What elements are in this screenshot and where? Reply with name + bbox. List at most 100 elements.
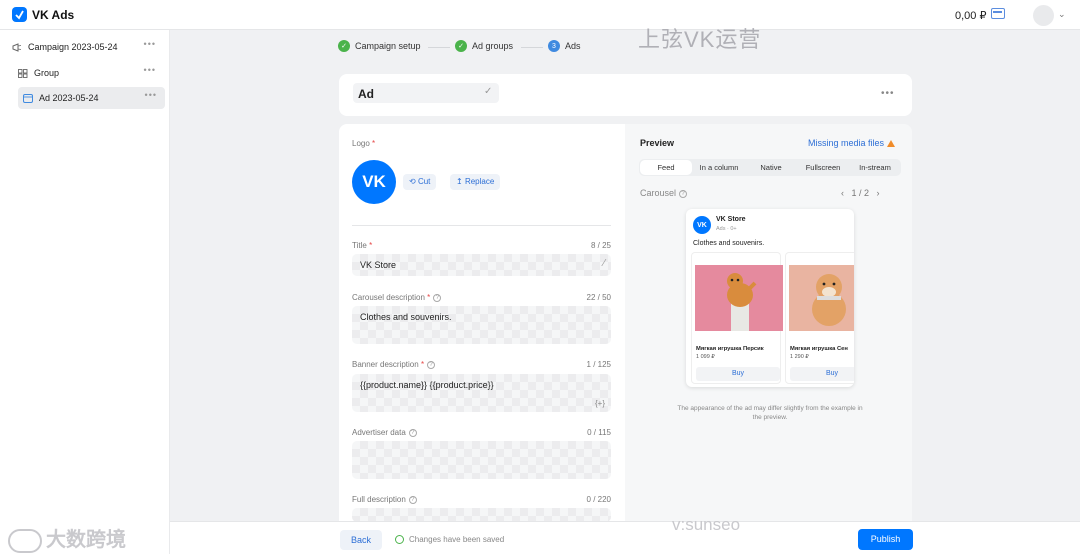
ad-name-card: Ad ✓ •••: [339, 74, 912, 116]
step-label: Ads: [565, 41, 581, 51]
preview-disclaimer: The appearance of the ad may differ slig…: [677, 405, 863, 421]
banner-description-counter: 1 / 125: [586, 360, 611, 369]
post-meta: Ads · 0+: [716, 226, 737, 232]
divider: [352, 225, 611, 226]
carousel-card[interactable]: Мягкая игрушка Сен 1 290 ₽ Buy: [785, 252, 854, 384]
banner-description-input[interactable]: {{product.name}} {{product.price}} {+}: [352, 374, 611, 412]
logo-image: VK: [352, 160, 396, 204]
full-description-counter: 0 / 220: [586, 495, 611, 504]
chevron-left-icon[interactable]: ‹: [841, 188, 844, 198]
check-icon: ✓: [455, 40, 467, 52]
card-price: 1 099 ₽: [696, 354, 715, 360]
sidebar-item-label: Ad 2023-05-24: [39, 93, 99, 103]
brand-name: VK Store: [716, 216, 746, 223]
title-counter: 8 / 25: [590, 241, 611, 250]
grid-icon: [18, 68, 28, 78]
help-icon: ?: [433, 293, 442, 302]
full-description-label: Full description?: [352, 495, 417, 504]
chevron-right-icon[interactable]: ›: [877, 188, 880, 198]
step-number: 3: [548, 40, 560, 52]
watermark-top: 上弦VK运营: [638, 27, 762, 52]
cut-button[interactable]: ⟲ Cut: [403, 174, 437, 190]
preview-panel: Preview Missing media files Feed In a co…: [625, 124, 912, 522]
banner-description-label: Banner description *?: [352, 360, 436, 369]
sidebar-item-ad[interactable]: Ad 2023-05-24 •••: [18, 87, 165, 109]
ad-icon: [23, 93, 33, 103]
brand-logo: VK: [693, 216, 711, 234]
ad-form: Logo * VK ⟲ Cut ↥ Replace Title * 8 / 25…: [339, 124, 625, 522]
megaphone-icon: [12, 42, 22, 52]
ad-post-preview: VK VK Store Ads · 0+ Clothes and souveni…: [686, 209, 854, 387]
tab-fullscreen[interactable]: Fullscreen: [797, 159, 849, 176]
check-icon: ✓: [338, 40, 350, 52]
more-icon[interactable]: •••: [144, 65, 156, 75]
bottom-bar: Back Changes have been saved Publish: [170, 521, 1080, 554]
saved-status: Changes have been saved: [395, 535, 504, 544]
title-value: VK Store: [360, 260, 397, 270]
vk-ads-logo-icon: [12, 7, 27, 22]
more-icon[interactable]: •••: [145, 90, 157, 100]
logo-label: Logo *: [352, 139, 376, 148]
watermark-corner: 大数跨境: [8, 523, 126, 553]
help-icon: ?: [427, 360, 436, 369]
avatar[interactable]: [1033, 5, 1054, 26]
crop-icon: ⟲: [409, 177, 416, 186]
tab-native[interactable]: Native: [745, 159, 797, 176]
step-connector: [428, 47, 450, 48]
step-connector: [521, 47, 543, 48]
check-circle-icon: [395, 535, 404, 544]
full-description-input[interactable]: [352, 508, 611, 522]
publish-button[interactable]: Publish: [858, 529, 913, 550]
carousel-description-input[interactable]: Clothes and souvenirs.: [352, 306, 611, 344]
chevron-down-icon[interactable]: ⌄: [1058, 9, 1066, 20]
title-label: Title *: [352, 241, 373, 250]
more-icon[interactable]: •••: [144, 39, 156, 49]
tab-in-stream[interactable]: In-stream: [849, 159, 901, 176]
buy-button[interactable]: Buy: [790, 367, 854, 381]
insert-variable-icon[interactable]: {+}: [595, 399, 605, 408]
help-icon: ?: [408, 428, 417, 437]
top-bar: VK Ads 0,00 ₽ ⌄: [0, 0, 1080, 30]
sidebar-item-group[interactable]: Group •••: [18, 62, 164, 84]
step-ad-groups[interactable]: ✓ Ad groups: [455, 40, 513, 52]
help-icon: ?: [679, 189, 688, 198]
check-icon[interactable]: ✓: [484, 86, 492, 97]
ad-name-input[interactable]: Ad: [353, 83, 499, 103]
post-description: Clothes and souvenirs.: [693, 240, 765, 247]
advertiser-data-label: Advertiser data?: [352, 428, 417, 437]
watermark-logo-icon: [8, 528, 42, 553]
banner-description-value: {{product.name}} {{product.price}}: [360, 380, 494, 390]
step-campaign-setup[interactable]: ✓ Campaign setup: [338, 40, 421, 52]
app-title: VK Ads: [32, 8, 75, 22]
pager-value: 1 / 2: [851, 188, 870, 198]
buy-button[interactable]: Buy: [696, 367, 780, 381]
balance[interactable]: 0,00 ₽: [955, 9, 986, 22]
replace-button[interactable]: ↥ Replace: [450, 174, 501, 190]
warning-icon: [887, 140, 896, 147]
tab-feed[interactable]: Feed: [640, 160, 692, 175]
step-label: Ad groups: [472, 41, 514, 51]
title-input[interactable]: VK Store ⁄: [352, 254, 611, 276]
preview-tabs: Feed In a column Native Fullscreen In-st…: [639, 159, 901, 176]
card-title: Мягкая игрушка Сен: [790, 346, 848, 352]
preview-title: Preview: [640, 138, 675, 148]
carousel-card[interactable]: Мягкая игрушка Персик 1 099 ₽ Buy: [691, 252, 783, 384]
magic-wand-icon[interactable]: ⁄: [603, 258, 605, 269]
step-ads[interactable]: 3 Ads: [548, 40, 581, 52]
sidebar: Campaign 2023-05-24 ••• Group ••• Ad 202…: [0, 30, 170, 554]
more-icon[interactable]: •••: [881, 88, 895, 99]
back-button[interactable]: Back: [340, 530, 382, 550]
missing-media-link[interactable]: Missing media files: [808, 138, 896, 148]
advertiser-data-counter: 0 / 115: [587, 428, 611, 437]
product-image: [695, 265, 783, 331]
carousel-pager: ‹ 1 / 2 ›: [841, 188, 880, 198]
carousel-label: Carousel?: [640, 188, 688, 198]
tab-in-a-column[interactable]: In a column: [693, 159, 745, 176]
advertiser-data-input[interactable]: [352, 441, 611, 479]
carousel-description-label: Carousel description *?: [352, 293, 442, 302]
wallet-icon[interactable]: [991, 8, 1005, 19]
upload-icon: ↥: [456, 177, 463, 186]
sidebar-item-campaign[interactable]: Campaign 2023-05-24 •••: [12, 36, 164, 58]
carousel-description-counter: 22 / 50: [586, 293, 611, 302]
sidebar-item-label: Group: [34, 68, 60, 78]
